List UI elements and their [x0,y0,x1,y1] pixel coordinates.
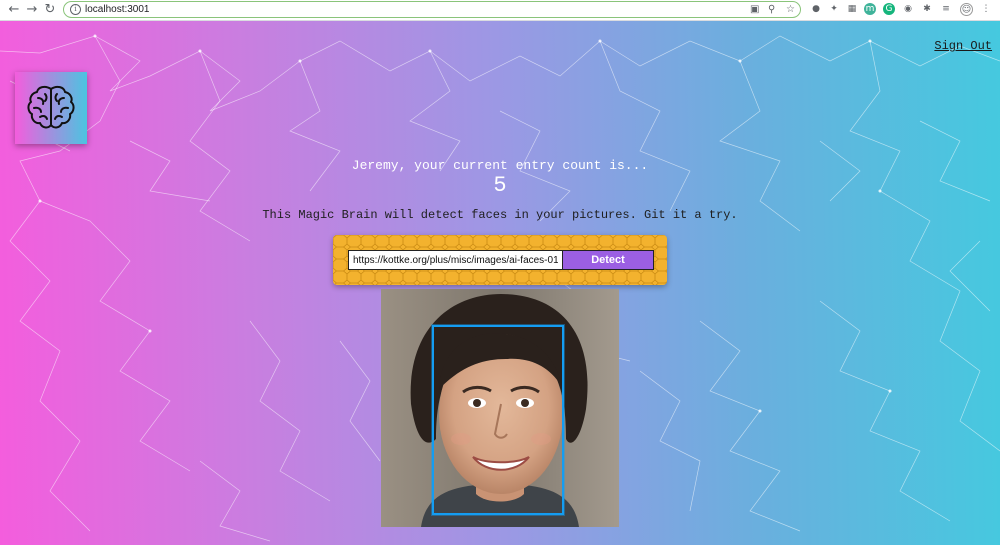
face-bounding-box [432,325,564,515]
face-image [381,289,619,527]
address-url[interactable]: localhost:3001 [85,2,150,17]
info-icon[interactable]: i [70,4,81,15]
address-bar[interactable]: i localhost:3001 ▣ ⚲ ☆ [63,1,801,18]
extension-grammarly-icon[interactable]: G [883,3,895,15]
brain-icon [27,85,75,129]
forward-icon[interactable]: → [23,1,41,19]
extension-mic-icon[interactable]: ● [810,3,822,15]
extension-m-icon[interactable]: m [864,3,876,15]
zoom-icon[interactable]: ⚲ [768,2,775,17]
back-icon[interactable]: ← [5,1,23,19]
extension-store-icon[interactable]: ▦ [846,3,858,15]
extension-puzzle-icon[interactable]: ✦ [828,3,840,15]
bookmark-star-icon[interactable]: ☆ [786,2,795,17]
profile-icon[interactable]: ☺ [960,3,973,16]
reading-list-icon[interactable]: ≡ [940,3,952,15]
entry-greeting: Jeremy, your current entry count is... [351,158,649,173]
entry-count: 5 [493,173,507,198]
app-description: This Magic Brain will detect faces in yo… [262,208,738,222]
extensions-icon[interactable]: ✱ [921,3,933,15]
image-url-input[interactable] [348,250,563,270]
browser-toolbar: ← → ↻ i localhost:3001 ▣ ⚲ ☆ ● ✦ ▦ m G ◉… [0,0,1000,21]
logo [15,72,87,144]
menu-icon[interactable]: ⋮ [980,3,992,15]
camera-icon[interactable]: ◉ [902,3,914,15]
app-page: Sign Out Jeremy, your current entry coun… [0,21,1000,545]
sign-out-link[interactable]: Sign Out [934,39,992,53]
image-url-form: Detect [333,235,667,285]
reload-icon[interactable]: ↻ [41,1,59,19]
cast-icon[interactable]: ▣ [750,2,759,17]
detect-button[interactable]: Detect [562,250,654,270]
